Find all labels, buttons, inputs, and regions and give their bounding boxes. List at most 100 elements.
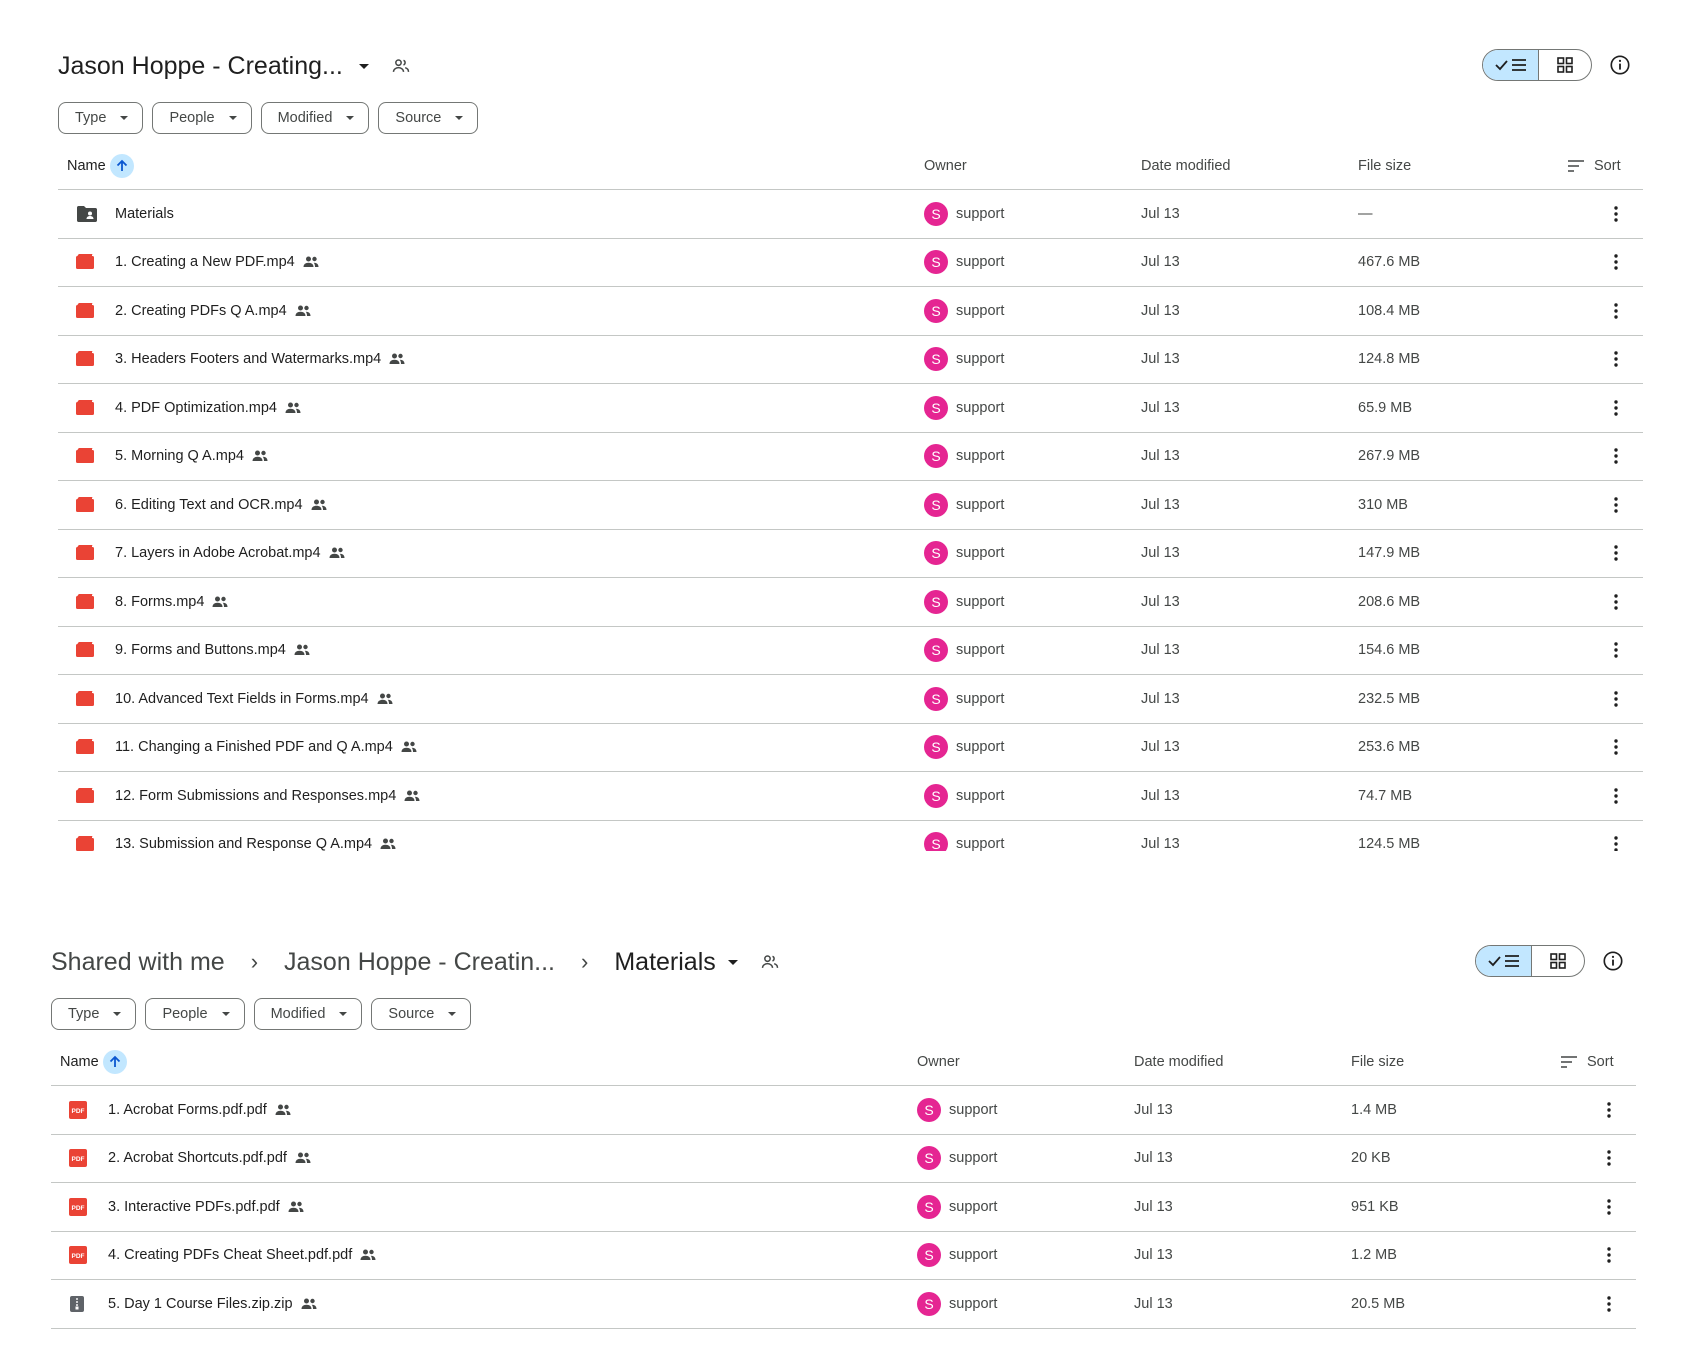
file-name[interactable]: 5. Morning Q A.mp4 <box>115 433 268 481</box>
table-row[interactable]: 5. Day 1 Course Files.zip.zip Ssupport Jul… <box>51 1280 1636 1329</box>
file-name[interactable]: 13. Submission and Response Q A.mp4 <box>115 821 396 851</box>
more-vert-icon[interactable] <box>1599 1148 1619 1168</box>
file-name[interactable]: 9. Forms and Buttons.mp4 <box>115 627 310 675</box>
filter-type-chip[interactable]: Type <box>58 102 144 134</box>
table-body: Materials Ssupport Jul 13 — 1. Creating a Ne… <box>58 190 1643 851</box>
table-row[interactable]: 9. Forms and Buttons.mp4 Ssupport Jul 13 15… <box>58 627 1643 675</box>
file-name[interactable]: 5. Day 1 Course Files.zip.zip <box>108 1280 317 1328</box>
file-name[interactable]: 1. Acrobat Forms.pdf.pdf <box>108 1086 291 1134</box>
table-row[interactable]: 10. Advanced Text Fields in Forms.mp4 Ssu… <box>58 675 1643 724</box>
chevron-down-icon[interactable] <box>727 959 738 965</box>
table-row[interactable]: 12. Form Submissions and Responses.mp4 Ss… <box>58 772 1643 821</box>
file-name[interactable]: 4. Creating PDFs Cheat Sheet.pdf.pdf <box>108 1232 376 1280</box>
filter-people-chip[interactable]: People <box>152 102 252 134</box>
more-vert-icon[interactable] <box>1606 446 1626 466</box>
table-row[interactable]: 13. Submission and Response Q A.mp4 Ssupp… <box>58 821 1643 851</box>
file-name[interactable]: 3. Headers Footers and Watermarks.mp4 <box>115 336 405 384</box>
more-vert-icon[interactable] <box>1606 301 1626 321</box>
more-vert-icon[interactable] <box>1599 1100 1619 1120</box>
more-vert-icon[interactable] <box>1599 1294 1619 1314</box>
date-column-header[interactable]: Date modified <box>1141 142 1230 190</box>
folder-title[interactable]: Jason Hoppe - Creating... <box>58 52 343 81</box>
owner-column-header[interactable]: Owner <box>917 1038 960 1086</box>
shared-people-icon[interactable] <box>760 952 780 972</box>
breadcrumb-current-folder[interactable]: Materials <box>614 948 715 977</box>
file-name[interactable]: 2. Acrobat Shortcuts.pdf.pdf <box>108 1135 311 1183</box>
table-row[interactable]: 8. Forms.mp4 Ssupport Jul 13 208.6 MB <box>58 578 1643 627</box>
more-vert-icon[interactable] <box>1599 1197 1619 1217</box>
more-vert-icon[interactable] <box>1599 1245 1619 1265</box>
file-name[interactable]: 12. Form Submissions and Responses.mp4 <box>115 772 420 820</box>
more-vert-icon[interactable] <box>1606 592 1626 612</box>
table-row[interactable]: PDF 1. Acrobat Forms.pdf.pdf Ssupport Jul 1… <box>51 1086 1636 1135</box>
shared-people-icon[interactable] <box>391 56 411 76</box>
table-row[interactable]: 11. Changing a Finished PDF and Q A.mp4 S… <box>58 724 1643 772</box>
chevron-down-icon[interactable] <box>358 63 369 69</box>
more-vert-icon[interactable] <box>1606 495 1626 515</box>
filter-people-chip[interactable]: People <box>145 998 245 1030</box>
filter-source-chip[interactable]: Source <box>378 102 479 134</box>
size-column-header[interactable]: File size <box>1351 1038 1404 1086</box>
sort-button[interactable]: Sort <box>1568 142 1621 190</box>
table-row[interactable]: 7. Layers in Adobe Acrobat.mp4 Ssupport Ju… <box>58 530 1643 578</box>
more-vert-icon[interactable] <box>1606 398 1626 418</box>
file-name[interactable]: Materials <box>115 190 174 238</box>
owner-column-header[interactable]: Owner <box>924 142 967 190</box>
table-row[interactable]: PDF 4. Creating PDFs Cheat Sheet.pdf.pdf S… <box>51 1232 1636 1280</box>
filter-source-chip[interactable]: Source <box>371 998 472 1030</box>
info-icon[interactable] <box>1609 54 1633 78</box>
more-vert-icon[interactable] <box>1606 689 1626 709</box>
table-row[interactable]: 6. Editing Text and OCR.mp4 Ssupport Jul 1… <box>58 481 1643 530</box>
table-row[interactable]: 3. Headers Footers and Watermarks.mp4 Ssu… <box>58 336 1643 384</box>
file-name[interactable]: 3. Interactive PDFs.pdf.pdf <box>108 1183 304 1231</box>
arrow-up-icon[interactable] <box>102 1050 127 1074</box>
table-row[interactable]: Materials Ssupport Jul 13 — <box>58 190 1643 239</box>
arrow-up-icon[interactable] <box>109 154 134 178</box>
file-name[interactable]: 2. Creating PDFs Q A.mp4 <box>115 287 311 335</box>
breadcrumb-parent-folder[interactable]: Jason Hoppe - Creatin... <box>284 948 555 977</box>
file-name[interactable]: 11. Changing a Finished PDF and Q A.mp4 <box>115 724 417 772</box>
table-row[interactable]: 2. Creating PDFs Q A.mp4 Ssupport Jul 13 10… <box>58 287 1643 336</box>
file-name[interactable]: 1. Creating a New PDF.mp4 <box>115 239 319 287</box>
name-column-header[interactable]: Name <box>60 1038 127 1086</box>
table-row[interactable]: PDF 2. Acrobat Shortcuts.pdf.pdf Ssupport J… <box>51 1135 1636 1183</box>
owner-cell: Ssupport <box>924 287 1004 335</box>
name-column-header[interactable]: Name <box>67 142 134 190</box>
file-name[interactable]: 6. Editing Text and OCR.mp4 <box>115 481 327 529</box>
file-name[interactable]: 4. PDF Optimization.mp4 <box>115 384 301 432</box>
table-row[interactable]: PDF 3. Interactive PDFs.pdf.pdf Ssupport Ju… <box>51 1183 1636 1232</box>
more-vert-icon[interactable] <box>1606 640 1626 660</box>
video-file-icon <box>76 545 94 561</box>
grid-view-button[interactable] <box>1539 50 1591 80</box>
more-vert-icon[interactable] <box>1606 252 1626 272</box>
date-column-header[interactable]: Date modified <box>1134 1038 1223 1086</box>
filter-type-chip[interactable]: Type <box>51 998 137 1030</box>
filter-modified-chip[interactable]: Modified <box>253 998 363 1030</box>
list-view-button[interactable] <box>1476 946 1532 976</box>
list-view-button[interactable] <box>1483 50 1539 80</box>
file-name[interactable]: 8. Forms.mp4 <box>115 578 228 626</box>
people-icon <box>329 547 345 559</box>
sort-button[interactable]: Sort <box>1561 1038 1614 1086</box>
more-vert-icon[interactable] <box>1606 786 1626 806</box>
table-row[interactable]: 4. PDF Optimization.mp4 Ssupport Jul 13 65.… <box>58 384 1643 433</box>
more-vert-icon[interactable] <box>1606 834 1626 851</box>
file-name[interactable]: 7. Layers in Adobe Acrobat.mp4 <box>115 530 345 578</box>
chevron-down-icon <box>228 116 237 120</box>
file-name[interactable]: 10. Advanced Text Fields in Forms.mp4 <box>115 675 393 723</box>
filter-modified-chip[interactable]: Modified <box>260 102 370 134</box>
table-row[interactable]: 1. Creating a New PDF.mp4 Ssupport Jul 13 4… <box>58 239 1643 287</box>
more-vert-icon[interactable] <box>1606 543 1626 563</box>
size-column-header[interactable]: File size <box>1358 142 1411 190</box>
more-actions-cell <box>1606 239 1626 287</box>
info-icon[interactable] <box>1602 950 1626 974</box>
owner-cell: Ssupport <box>924 190 1004 238</box>
owner-cell: Ssupport <box>917 1232 997 1280</box>
grid-view-button[interactable] <box>1532 946 1584 976</box>
table-row[interactable]: 5. Morning Q A.mp4 Ssupport Jul 13 267.9 MB <box>58 433 1643 481</box>
owner-cell: Ssupport <box>917 1183 997 1231</box>
more-vert-icon[interactable] <box>1606 737 1626 757</box>
more-vert-icon[interactable] <box>1606 204 1626 224</box>
breadcrumb-shared-with-me[interactable]: Shared with me <box>51 948 225 977</box>
more-vert-icon[interactable] <box>1606 349 1626 369</box>
